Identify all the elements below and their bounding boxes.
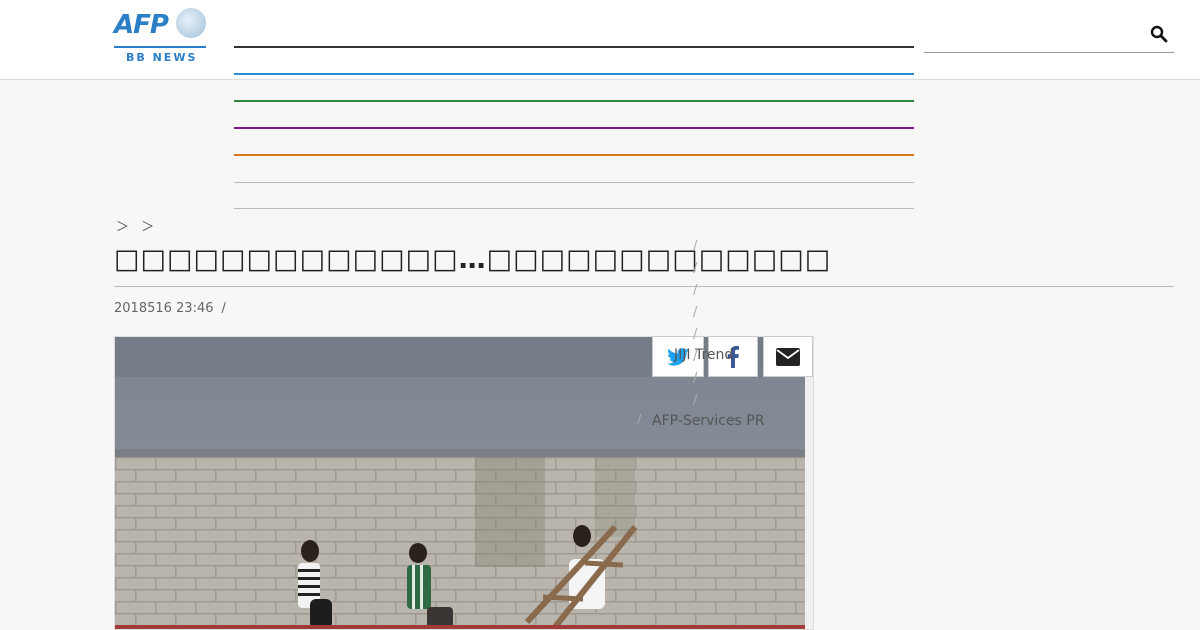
nav-item-2[interactable] [234,73,914,75]
sidebar-separator: / [693,327,698,342]
jiji-trend-link[interactable]: JIJI Trend [674,347,733,363]
article-meta: 2018516 23:46 / [114,301,226,316]
breadcrumb[interactable]: ＞ ＞ [116,216,158,235]
nav-item-7[interactable] [234,208,914,209]
email-icon [776,347,800,366]
logo-subtitle: BB NEWS [126,51,198,64]
logo-underline [114,46,206,48]
search-field[interactable] [924,20,1174,53]
pr-separator: / [637,413,642,428]
nav-item-4[interactable] [234,127,914,129]
globe-icon [176,8,206,38]
sidebar-separator: / [693,371,698,386]
sidebar-separator: / [693,393,698,408]
article-photo[interactable] [114,336,814,630]
email-share-button[interactable] [763,336,813,377]
afpbb-logo[interactable]: AFP BB NEWS [114,8,206,64]
sidebar-separator: / [693,283,698,298]
sidebar-separator: / [693,261,698,276]
sidebar-separator: / [693,305,698,320]
nav-item-5[interactable] [234,154,914,156]
nav-item-3[interactable] [234,100,914,102]
title-divider [114,286,1174,287]
photo-scene [115,337,813,629]
sidebar-separator: / [693,239,698,254]
article-title: □□□□□□□□□□□□□…□□□□□□□□□□□□□ [114,244,832,275]
category-nav [234,0,914,215]
sidebar-separators: / / / / / / / / [693,236,697,412]
logo-text: AFP [114,10,169,40]
afp-services-pr-link[interactable]: AFP-Services PR [652,413,764,429]
search-icon[interactable] [1150,25,1168,43]
article-date: 2018516 23:46 [114,301,214,316]
meta-separator: / [221,301,226,316]
nav-item-6[interactable] [234,182,914,183]
nav-item-1[interactable] [234,46,914,48]
